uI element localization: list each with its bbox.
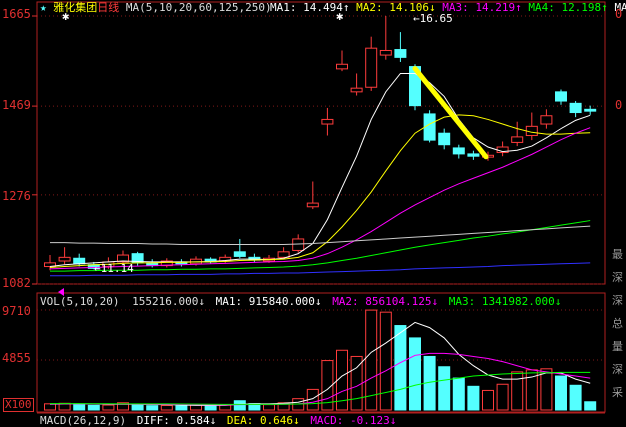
macd-dea-value: DEA: 0.646↓	[226, 414, 300, 427]
candle-body	[365, 47, 378, 88]
period-label[interactable]: 日线	[97, 1, 119, 14]
ma2-line	[49, 114, 591, 268]
volume-header: VOL(5,10,20) 155216.000↓ MA1: 915840.000…	[40, 296, 561, 308]
candle-body	[321, 118, 334, 125]
price-panel-border	[36, 1, 606, 285]
side-glyph-6[interactable]: 深	[612, 358, 624, 381]
macd-label: MACD(26,12,9)	[40, 414, 127, 427]
candle-body	[540, 115, 553, 125]
volume-value: 155216.000↓	[132, 295, 205, 308]
volume-bar	[102, 404, 115, 411]
macd-header: MACD(26,12,9) DIFF: 0.584↓ DEA: 0.646↓ M…	[40, 415, 396, 427]
chart-frame	[36, 1, 606, 414]
volume-bar	[452, 377, 465, 411]
macd-value: MACD: -0.123↓	[310, 414, 397, 427]
candle-body	[379, 49, 392, 56]
vol-ma3-value: MA3: 1341982.000↓	[448, 295, 562, 308]
moving-average-lines	[49, 66, 591, 277]
volume-bar	[87, 404, 100, 411]
volume-bar	[555, 375, 567, 411]
candle-body	[58, 256, 71, 262]
volume-ma3-line	[50, 371, 591, 405]
trend-arrow-line	[412, 66, 489, 160]
volume-bar	[219, 404, 232, 411]
volume-bar	[350, 355, 363, 411]
ma5-line	[50, 225, 591, 245]
candle-body	[233, 251, 246, 257]
volume-bar	[467, 385, 480, 411]
ma3-value: MA3: 14.219↑	[442, 1, 522, 14]
volume-bar	[394, 325, 407, 411]
side-glyph-2[interactable]: 深	[612, 266, 624, 289]
side-glyph-5[interactable]: 量	[612, 335, 624, 358]
volume-tick-9710: 9710	[2, 304, 31, 318]
volume-bar	[438, 366, 451, 411]
volume-bar	[146, 405, 159, 411]
side-glyph-7[interactable]: 采	[612, 381, 624, 404]
price-grid	[32, 15, 605, 361]
volume-bar	[482, 389, 494, 411]
volume-bar	[175, 405, 188, 411]
favorite-star-icon[interactable]: ★	[40, 1, 47, 14]
volume-bar	[73, 404, 86, 411]
candle-body	[569, 102, 582, 114]
volume-moving-averages	[49, 321, 591, 406]
volume-bar	[496, 383, 509, 411]
volume-bar	[160, 404, 173, 411]
candle-body	[555, 91, 567, 102]
ma1-value: MA1: 14.494↑	[270, 1, 350, 14]
high-price-value: 16.65	[419, 12, 453, 25]
volume-bar	[409, 337, 421, 411]
volume-bar	[44, 403, 56, 411]
price-tick-1665: 1665	[2, 7, 31, 21]
volume-unit-badge[interactable]: X100	[3, 398, 34, 412]
vol-ma2-value: MA2: 856104.125↓	[332, 295, 439, 308]
chart-header: ★ 雅化集团日线 MA(5,10,20,60,125,250)	[40, 2, 272, 14]
volume-bar	[263, 404, 275, 411]
macd-diff-value: DIFF: 0.584↓	[136, 414, 217, 427]
candle-body	[452, 147, 465, 155]
volume-tick-4855: 4855	[2, 351, 31, 365]
candle-body	[336, 63, 348, 70]
right-tick-mid: 0	[615, 98, 623, 112]
ma4-value: MA4: 12.198↑	[528, 1, 608, 14]
high-price-annotation: ←16.65	[413, 12, 453, 25]
candle-body	[350, 87, 363, 93]
candle-body	[292, 238, 305, 251]
side-glyph-1[interactable]: 最	[612, 243, 624, 266]
candle-body	[73, 257, 86, 265]
stock-chart[interactable]: ✱ ✱	[0, 0, 626, 423]
price-tick-1082: 1082	[2, 276, 31, 290]
candle-body	[438, 132, 451, 146]
volume-bar	[379, 311, 392, 411]
volume-bar	[233, 400, 246, 411]
low-price-annotation: ←11.14	[94, 262, 134, 275]
volume-bar	[540, 368, 553, 411]
volume-bar	[204, 405, 217, 411]
ma1-line	[49, 72, 591, 268]
chart-markers: ✱ ✱	[58, 9, 343, 296]
volume-bar	[131, 403, 144, 411]
stock-name: 雅化集团	[53, 1, 98, 14]
right-tick-top: 0	[615, 7, 623, 21]
candle-body	[467, 153, 480, 157]
ma-indicator-label: MA(5,10,20,60,125,250)	[125, 1, 272, 14]
candle-body	[511, 136, 524, 143]
volume-label: VOL(5,10,20)	[40, 295, 120, 308]
low-price-value: 11.14	[100, 262, 134, 275]
candle-body	[306, 202, 319, 208]
candle-body	[394, 49, 407, 58]
side-glyph-3[interactable]: 深	[612, 289, 624, 312]
candle-body	[584, 108, 597, 112]
price-tick-1276: 1276	[2, 189, 31, 203]
volume-bar	[511, 371, 524, 411]
right-side-panel: 最 深 深 总 量 深 采	[612, 243, 624, 404]
side-glyph-4[interactable]: 总	[612, 312, 624, 335]
vol-ma1-value: MA1: 915840.000↓	[215, 295, 322, 308]
candle-body	[277, 251, 290, 258]
volume-bar	[584, 401, 597, 411]
price-tick-1469: 1469	[2, 98, 31, 112]
volume-bar	[569, 384, 582, 411]
